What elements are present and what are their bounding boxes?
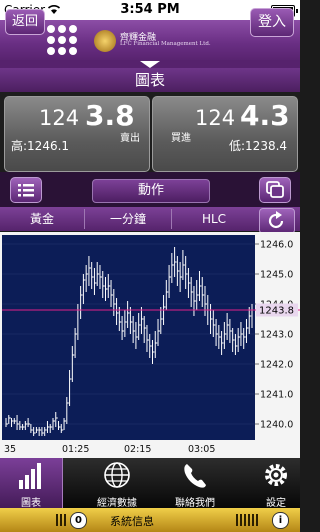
globe-icon [104,462,130,488]
tab-contact-us-label: 聯絡我們 [175,498,215,509]
company-logo: 齊輝金融 LFC Financial Management Ltd. [94,27,214,55]
menu-grid-icon[interactable] [47,25,79,55]
bar-chart-icon [19,463,41,489]
x-tick-label: 01:25 [62,444,89,455]
system-message: 系統信息 [110,515,154,528]
buy-label: 買進 [171,133,191,144]
tab-economic-data-label: 經濟數據 [97,498,137,509]
plot-area [2,235,255,440]
action-button[interactable]: 動作 [92,179,210,203]
copy-icon [266,181,284,198]
list-icon [18,184,34,197]
y-tick-label: 1243.0 [260,330,293,341]
tab-economic-data[interactable]: 經濟數據 [87,458,147,509]
buy-quote-card[interactable]: 124 4.3 買進 低:1238.4 [152,96,298,172]
x-tick-label: 03:05 [188,444,215,455]
interval-selector[interactable]: 一分鐘 [85,207,171,231]
phone-icon [184,464,206,488]
product-selector[interactable]: 黃金 [0,207,84,231]
y-tick-label: 1242.0 [260,360,293,371]
y-tick-label: 1245.0 [260,270,293,281]
logo-english-name: LFC Financial Management Ltd. [120,41,211,47]
copy-button[interactable] [259,177,291,203]
page-title: 圖表 [0,68,300,92]
tab-contact-us[interactable]: 聯絡我們 [165,458,225,509]
refresh-icon [268,211,284,229]
last-price-label: 1243.8 [259,306,294,317]
tab-settings[interactable]: 設定 [246,458,306,509]
system-ticker: 0 系統信息 i [0,508,300,532]
sell-quote-card[interactable]: 124 3.8 賣出 高:1246.1 [4,96,150,172]
tab-chart[interactable]: 圖表 [0,458,63,509]
y-axis: 1240.01241.01242.01243.01244.01245.01246… [255,240,293,431]
x-tick-label: 02:15 [124,444,151,455]
gear-icon [265,464,287,486]
low-price: 低:1238.4 [229,139,288,153]
y-tick-label: 1246.0 [260,240,293,251]
price-chart[interactable]: 1240.01241.01242.01243.01244.01245.01246… [0,232,300,458]
buy-price-prefix: 124 [195,106,236,130]
buy-price-main: 4.3 [240,99,290,132]
y-tick-label: 1240.0 [260,420,293,431]
tab-chart-label: 圖表 [21,498,41,509]
login-button[interactable]: 登入 [250,8,294,37]
logo-emblem-icon [94,30,116,52]
high-price: 高:1246.1 [11,139,70,153]
tab-settings-label: 設定 [266,498,286,509]
info-icon[interactable]: i [272,512,289,529]
chart-style-selector[interactable]: HLC [172,207,256,231]
sell-price-prefix: 124 [39,106,80,130]
x-axis: 35 01:25 02:15 03:05 [4,444,215,455]
pause-icon[interactable]: 0 [70,512,87,529]
dropdown-notch-icon[interactable] [0,60,300,68]
list-button[interactable] [10,177,42,203]
x-tick-label: 35 [4,444,16,455]
sell-price-main: 3.8 [85,99,135,132]
sell-label: 賣出 [120,133,140,144]
back-button[interactable]: 返回 [5,9,45,35]
y-tick-label: 1241.0 [260,390,293,401]
refresh-button[interactable] [259,208,295,234]
